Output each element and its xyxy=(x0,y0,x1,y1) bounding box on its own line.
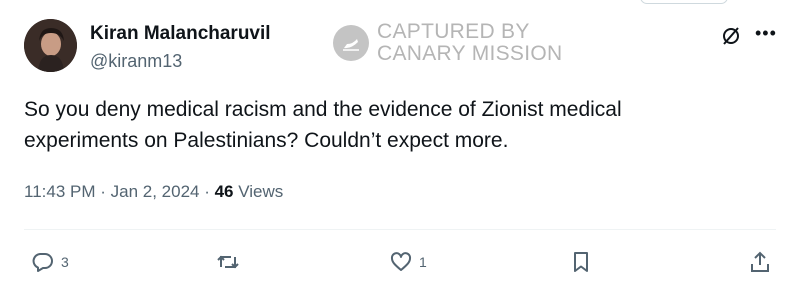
retweet-icon xyxy=(217,255,239,269)
avatar[interactable] xyxy=(24,19,77,72)
share-button[interactable] xyxy=(748,250,772,274)
tweet-date[interactable]: Jan 2, 2024 xyxy=(111,182,200,201)
bookmark-icon xyxy=(574,252,588,272)
reply-count: 3 xyxy=(61,254,69,270)
author-handle[interactable]: @kiranm13 xyxy=(90,51,182,72)
tweet-time[interactable]: 11:43 PM xyxy=(24,182,96,201)
bookmark-button[interactable] xyxy=(569,250,593,274)
like-button[interactable]: 1 xyxy=(389,250,427,274)
tweet-metadata: 11:43 PM · Jan 2, 2024 · 46 Views xyxy=(24,182,283,202)
meta-separator: · xyxy=(95,182,111,201)
reply-button[interactable]: 3 xyxy=(31,250,69,274)
watermark-line-2: CANARY MISSION xyxy=(377,42,563,65)
grok-icon[interactable] xyxy=(720,25,742,47)
author-display-name[interactable]: Kiran Malancharuvil xyxy=(90,23,271,45)
canary-mission-watermark: CAPTURED BY CANARY MISSION xyxy=(333,21,573,65)
watermark-logo-icon xyxy=(333,25,369,61)
reply-icon xyxy=(32,253,53,272)
like-icon xyxy=(390,252,412,271)
tweet-text: So you deny medical racism and the evide… xyxy=(24,98,622,152)
watermark-text: CAPTURED BY CANARY MISSION xyxy=(377,21,562,65)
top-button-fragment xyxy=(640,0,728,4)
more-icon[interactable]: ••• xyxy=(755,24,777,46)
share-icon xyxy=(751,251,769,272)
views-label: Views xyxy=(233,182,284,201)
avatar-image xyxy=(24,19,77,72)
divider xyxy=(24,229,776,230)
meta-separator: · xyxy=(199,182,215,201)
retweet-button[interactable] xyxy=(216,250,246,274)
watermark-line-1: CAPTURED BY xyxy=(377,20,530,43)
like-count: 1 xyxy=(419,254,427,270)
views-count: 46 xyxy=(214,182,234,201)
